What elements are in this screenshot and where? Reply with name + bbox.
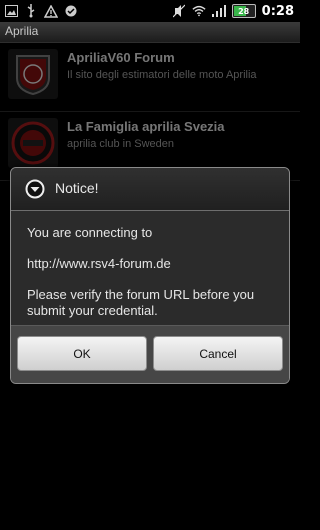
dialog-title: Notice!	[55, 180, 99, 196]
mute-icon	[172, 4, 186, 18]
battery-icon: 28	[231, 4, 256, 18]
status-bar: 28 0:28	[0, 0, 300, 22]
dialog-line-3a: Please verify the forum URL before you	[27, 287, 255, 302]
image-icon	[4, 4, 18, 18]
dialog-line-3b: submit your credential.	[27, 303, 158, 318]
signal-icon	[211, 4, 226, 18]
cancel-button[interactable]: Cancel	[153, 336, 283, 371]
battery-label: 28	[238, 6, 250, 16]
warning-icon	[44, 4, 58, 18]
app-title-bar: Aprilia	[0, 22, 300, 43]
usb-icon	[24, 4, 38, 18]
dialog-button-bar: OK Cancel	[11, 325, 289, 383]
notice-dialog: Notice! You are connecting to http://www…	[10, 167, 290, 384]
dialog-url: http://www.rsv4-forum.de	[27, 256, 171, 271]
chevron-down-circle-icon	[25, 179, 45, 199]
dialog-line-1: You are connecting to	[27, 225, 153, 240]
dialog-message: You are connecting to http://www.rsv4-fo…	[11, 211, 289, 323]
dialog-header: Notice!	[11, 168, 289, 211]
check-badge-icon	[64, 4, 78, 18]
wifi-icon	[192, 4, 206, 18]
status-time: 0:28	[261, 3, 294, 19]
app-title: Aprilia	[5, 24, 39, 38]
ok-button[interactable]: OK	[17, 336, 147, 371]
